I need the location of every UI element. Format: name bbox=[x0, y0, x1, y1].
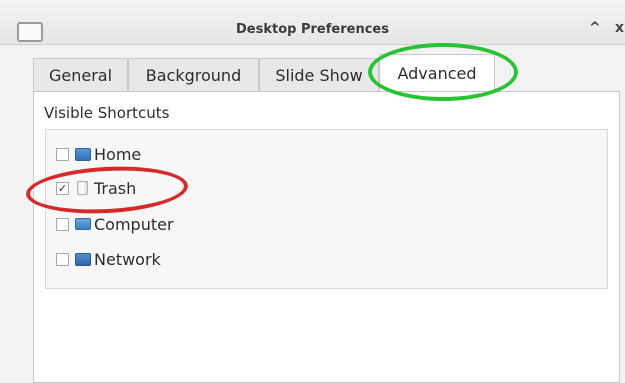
visible-shortcuts-heading: Visible Shortcuts bbox=[44, 104, 170, 122]
shortcut-network-label: Network bbox=[94, 249, 161, 269]
tab-background[interactable]: Background bbox=[128, 58, 259, 92]
trash-checkbox[interactable]: ✓ bbox=[56, 181, 69, 195]
shortcut-computer[interactable]: Computer bbox=[56, 213, 174, 235]
tab-general[interactable]: General bbox=[33, 58, 128, 92]
shortcut-home[interactable]: Home bbox=[56, 143, 141, 165]
shortcut-trash-label: Trash bbox=[94, 178, 137, 198]
trash-icon bbox=[77, 181, 88, 195]
computer-icon bbox=[75, 218, 91, 230]
tab-slide-show[interactable]: Slide Show bbox=[259, 58, 379, 92]
computer-checkbox[interactable] bbox=[56, 217, 69, 231]
shortcut-computer-label: Computer bbox=[94, 214, 174, 234]
home-folder-icon bbox=[75, 147, 91, 161]
network-folder-icon bbox=[75, 252, 91, 266]
maximize-button[interactable]: ^ bbox=[589, 20, 601, 36]
shortcut-home-label: Home bbox=[94, 144, 142, 164]
shortcut-trash[interactable]: ✓ Trash bbox=[56, 177, 136, 199]
network-checkbox[interactable] bbox=[56, 252, 69, 266]
close-button[interactable]: x bbox=[615, 20, 624, 36]
title-bar[interactable]: Desktop Preferences ^ x bbox=[0, 0, 625, 45]
tab-advanced[interactable]: Advanced bbox=[379, 54, 495, 92]
desktop-preferences-window: Desktop Preferences ^ x General Backgrou… bbox=[0, 0, 625, 383]
window-title: Desktop Preferences bbox=[236, 22, 389, 37]
home-checkbox[interactable] bbox=[56, 147, 69, 161]
shortcut-network[interactable]: Network bbox=[56, 248, 161, 270]
